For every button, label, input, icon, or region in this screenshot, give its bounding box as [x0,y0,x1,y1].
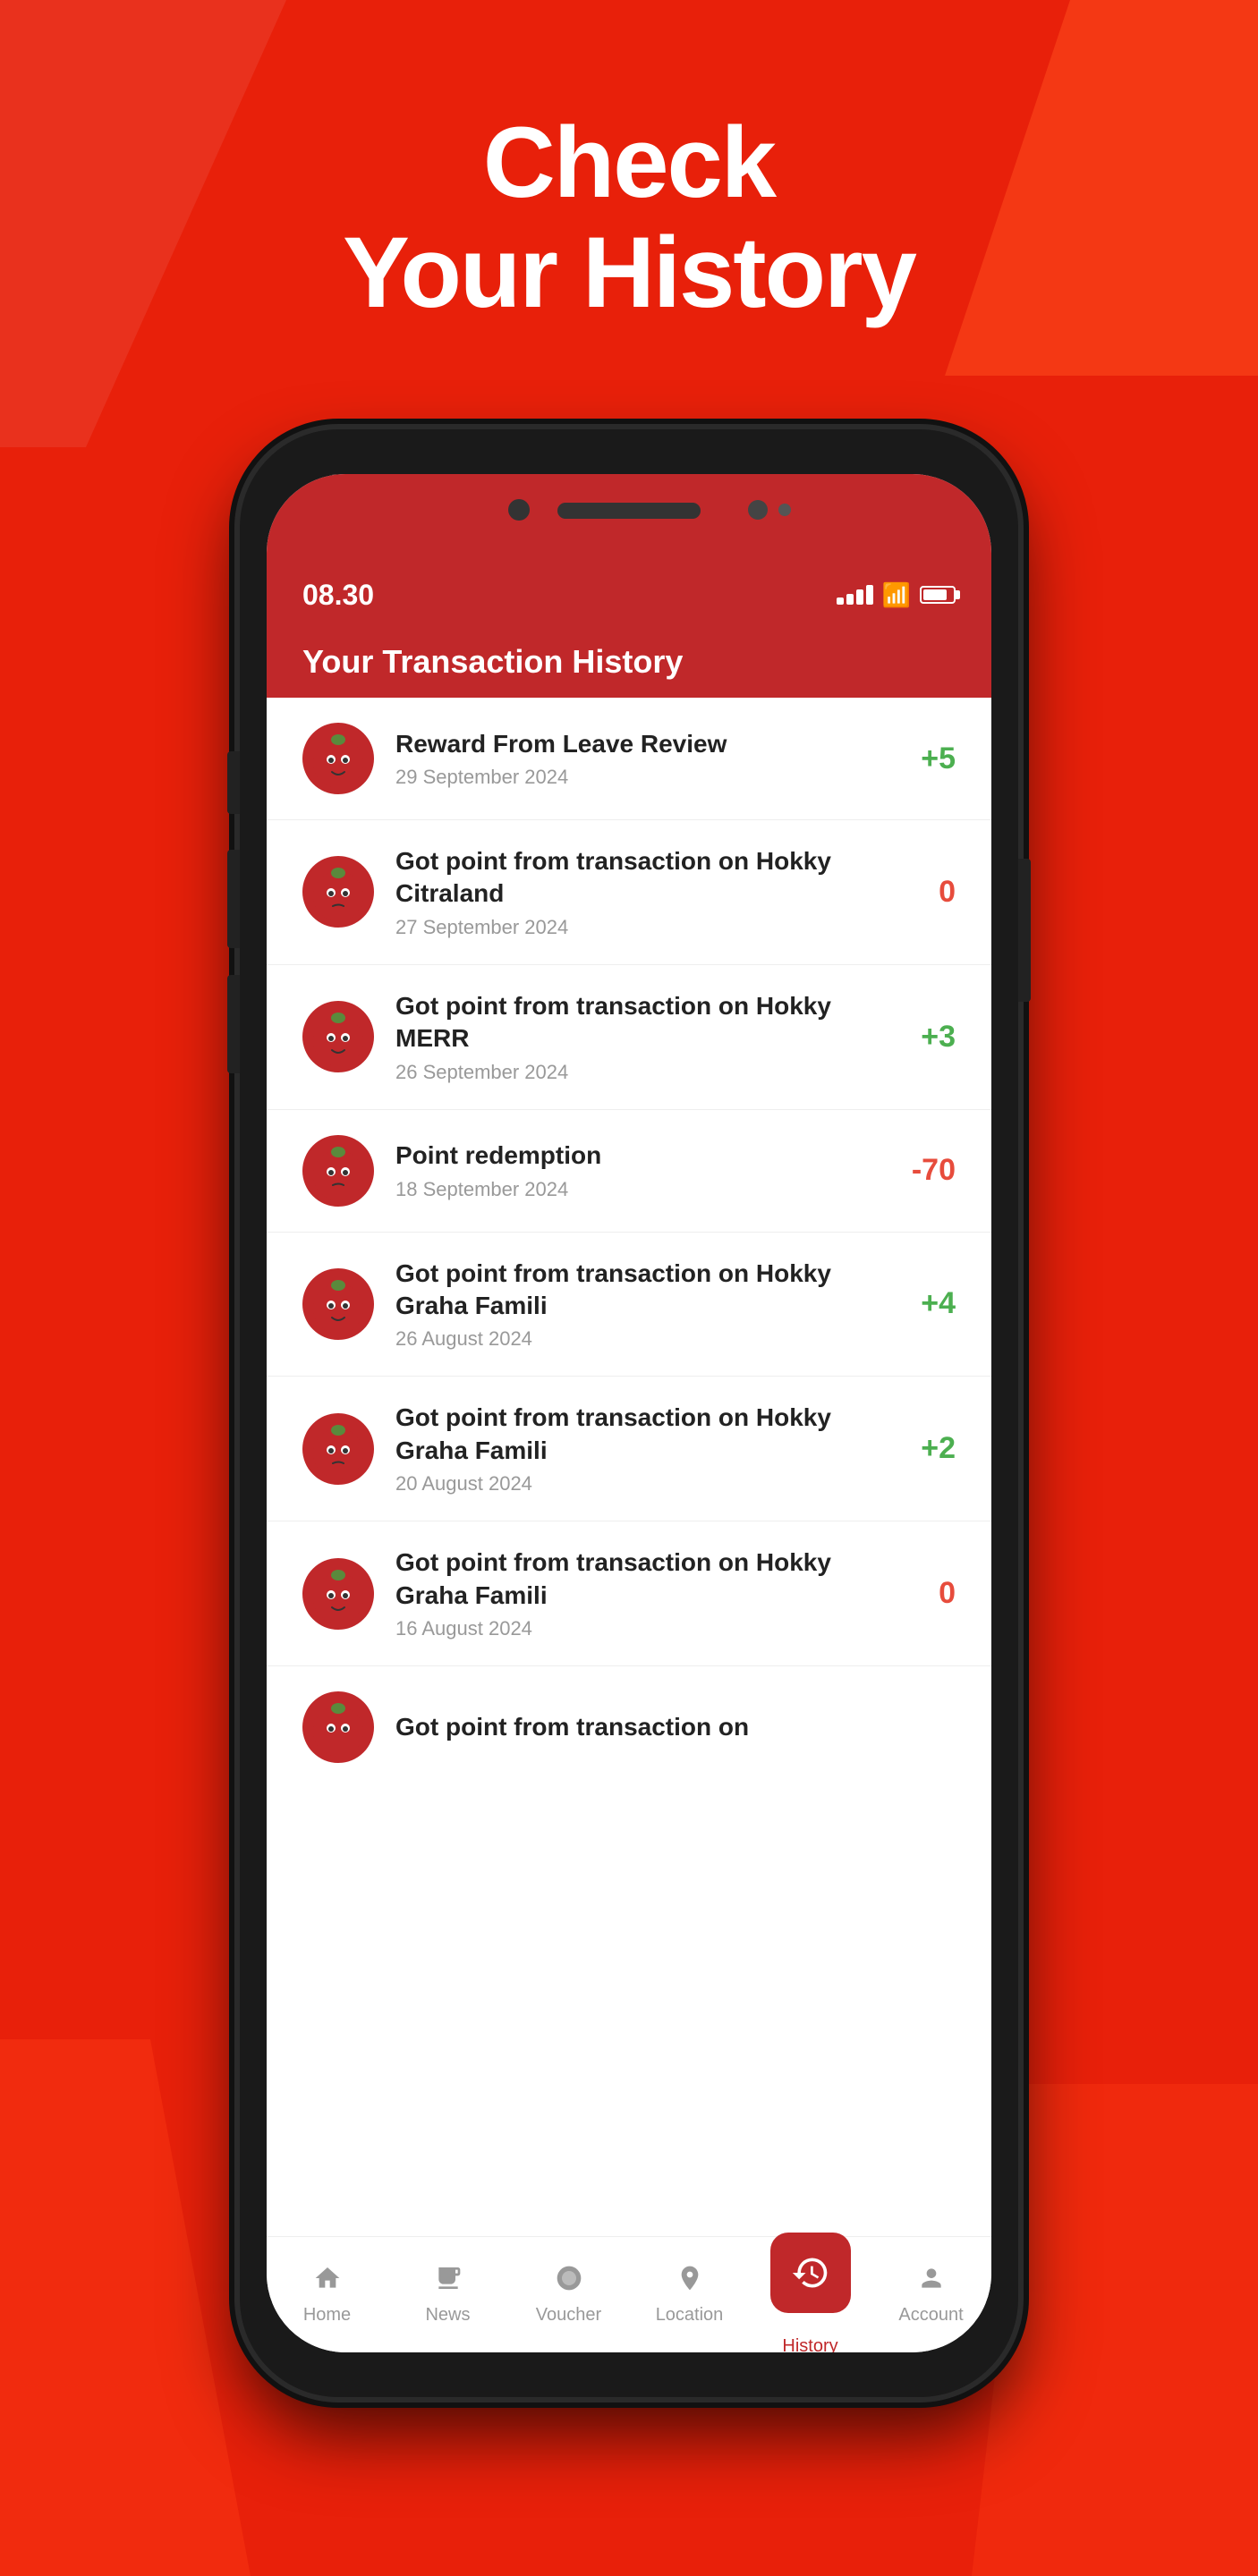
transaction-item[interactable]: Got point from transaction on Hokky Grah… [267,1521,991,1666]
avatar [302,1691,374,1763]
volume-up-button [227,751,240,814]
transaction-item[interactable]: Reward From Leave Review 29 September 20… [267,698,991,820]
account-icon [917,2264,946,2300]
sensor-icon [778,504,791,516]
item-content: Reward From Leave Review 29 September 20… [395,728,871,789]
item-title: Got point from transaction on Hokky Grah… [395,1402,871,1467]
bottom-navigation: Home News Voucher Location [267,2236,991,2352]
news-icon [434,2264,463,2300]
phone-mockup: 08.30 📶 Your Transaction History [240,429,1018,2397]
transaction-item[interactable]: Point redemption 18 September 2024 -70 [267,1110,991,1233]
transaction-item[interactable]: Got point from transaction on Hokky MERR… [267,965,991,1110]
tomato-icon [307,727,370,790]
tomato-icon [307,860,370,923]
front-camera-icon [508,499,530,521]
transaction-item[interactable]: Got point from transaction on Hokky Grah… [267,1377,991,1521]
app-header-title: Your Transaction History [302,643,683,681]
nav-label-news: News [425,2305,470,2326]
power-button [1018,859,1031,1002]
item-content: Got point from transaction on Hokky Grah… [395,1258,871,1352]
item-content: Got point from transaction on Hokky MERR… [395,990,871,1084]
nav-item-news[interactable]: News [387,2264,508,2326]
transaction-item[interactable]: Got point from transaction on Hokky Grah… [267,1233,991,1377]
nav-item-history[interactable]: History [750,2233,871,2352]
avatar [302,1558,374,1630]
tomato-icon [307,1140,370,1202]
item-title: Reward From Leave Review [395,728,871,760]
item-points: 0 [893,875,956,910]
transaction-list: Reward From Leave Review 29 September 20… [267,698,991,2236]
second-camera-icon [748,500,768,520]
status-time: 08.30 [302,579,374,612]
item-points: -70 [893,1153,956,1188]
item-date: 20 August 2024 [395,1472,871,1496]
wifi-icon: 📶 [882,581,911,609]
item-points: +2 [893,1431,956,1466]
item-date: 27 September 2024 [395,916,871,939]
item-date: 26 August 2024 [395,1327,871,1351]
item-date: 18 September 2024 [395,1178,871,1201]
transaction-item-partial: Got point from transaction on [267,1666,991,1772]
item-points: +3 [893,1020,956,1055]
item-date: 16 August 2024 [395,1617,871,1640]
tomato-icon [307,1005,370,1068]
item-content: Got point from transaction on [395,1711,956,1743]
nav-item-location[interactable]: Location [629,2264,750,2326]
item-points: +4 [893,1286,956,1321]
speaker-icon [557,503,701,519]
history-icon [791,2253,830,2292]
nav-label-home: Home [303,2305,351,2326]
item-title: Got point from transaction on [395,1711,956,1743]
phone-screen: 08.30 📶 Your Transaction History [267,474,991,2352]
item-title: Got point from transaction on Hokky Citr… [395,845,871,911]
status-bar: 08.30 📶 [267,564,991,626]
voucher-icon [555,2264,583,2300]
avatar [302,1135,374,1207]
nav-item-voucher[interactable]: Voucher [508,2264,629,2326]
signal-icon [837,585,873,605]
transaction-item[interactable]: Got point from transaction on Hokky Citr… [267,820,991,965]
item-content: Got point from transaction on Hokky Citr… [395,845,871,939]
item-title: Got point from transaction on Hokky MERR [395,990,871,1055]
tomato-icon [307,1696,370,1758]
item-points: 0 [893,1576,956,1611]
tomato-icon [307,1563,370,1625]
mute-button [227,975,240,1073]
avatar [302,1268,374,1340]
avatar [302,723,374,794]
location-icon [676,2264,704,2300]
nav-item-account[interactable]: Account [871,2264,991,2326]
item-content: Got point from transaction on Hokky Grah… [395,1546,871,1640]
item-date: 29 September 2024 [395,766,871,789]
home-icon [313,2264,342,2300]
tomato-icon [307,1273,370,1335]
page-headline: Check Your History [0,107,1258,327]
history-active-btn [770,2233,851,2313]
headline-line1: Check [0,107,1258,217]
nav-label-location: Location [656,2305,724,2326]
item-title: Point redemption [395,1140,871,1172]
battery-icon [920,586,956,604]
headline-line2: Your History [0,217,1258,327]
volume-down-button [227,850,240,948]
item-content: Point redemption 18 September 2024 [395,1140,871,1200]
item-date: 26 September 2024 [395,1061,871,1084]
avatar [302,1413,374,1485]
item-content: Got point from transaction on Hokky Grah… [395,1402,871,1496]
item-points: +5 [893,741,956,776]
item-title: Got point from transaction on Hokky Grah… [395,1258,871,1323]
nav-item-home[interactable]: Home [267,2264,387,2326]
avatar [302,856,374,928]
status-icons: 📶 [837,581,956,609]
notch-area [267,474,991,564]
item-title: Got point from transaction on Hokky Grah… [395,1546,871,1612]
app-header: Your Transaction History [267,626,991,698]
tomato-icon [307,1418,370,1480]
nav-label-account: Account [898,2305,963,2326]
nav-label-history: History [782,2336,837,2352]
avatar [302,1001,374,1072]
nav-label-voucher: Voucher [536,2305,601,2326]
bg-shape-bottom-left [0,2039,251,2576]
